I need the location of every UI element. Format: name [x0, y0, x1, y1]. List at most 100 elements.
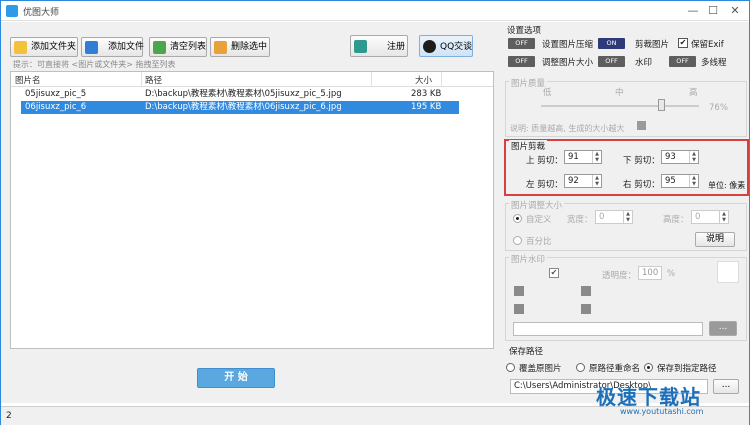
watermark-toggle[interactable]: OFF: [598, 56, 625, 67]
watermark-text-checkbox[interactable]: ✔: [549, 268, 559, 278]
quality-option-checkbox[interactable]: [637, 121, 646, 130]
add-file-button[interactable]: 添加文件: [81, 37, 145, 57]
compress-toggle[interactable]: OFF: [508, 38, 535, 49]
crop-bottom-label: 下 剪切：: [623, 156, 660, 166]
resize-percent-label: 百分比: [526, 237, 552, 247]
file-list[interactable]: 图片名 路径 大小 05jisuxz_pic_5 D:\backup\教程素材\…: [10, 71, 494, 349]
crop-toggle[interactable]: ON: [598, 38, 625, 49]
resize-custom-label: 自定义: [526, 215, 552, 225]
row-size: 195 KB: [411, 102, 442, 112]
crop-top-input[interactable]: 91 ▲ ▼: [564, 150, 602, 164]
qq-chat-label: QQ交谈: [440, 42, 473, 52]
crop-top-value: 91: [568, 152, 579, 162]
resize-percent-radio[interactable]: [513, 236, 522, 245]
rename-radio[interactable]: [576, 363, 585, 372]
position-checkbox[interactable]: [581, 304, 591, 314]
specified-path-radio[interactable]: [644, 363, 653, 372]
add-file-label: 添加文件: [108, 42, 145, 52]
overwrite-label: 覆盖原图片: [519, 364, 562, 374]
folder-add-icon: [14, 41, 27, 54]
table-row-selected[interactable]: 06jisuxz_pic_6 D:\backup\教程素材\教程素材\06jis…: [21, 101, 459, 114]
position-checkbox[interactable]: [581, 286, 591, 296]
watermark-color-swatch[interactable]: [717, 261, 739, 283]
title-bar: 优图大师 — ☐ ✕: [1, 1, 749, 21]
settings-title: 设置选项: [507, 26, 542, 36]
quality-slider-thumb[interactable]: [658, 99, 666, 111]
crop-right-input[interactable]: 95 ▲ ▼: [661, 174, 699, 188]
crop-unit: 单位: 像素: [708, 181, 746, 190]
qq-chat-button[interactable]: QQ交谈: [419, 35, 473, 57]
crop-right-value: 95: [665, 176, 676, 186]
watermark-title: 图片水印: [509, 253, 548, 265]
resize-height-value: 0: [695, 212, 701, 222]
keep-exif-checkbox[interactable]: ✔: [678, 38, 688, 48]
crop-label: 剪裁图片: [635, 40, 670, 50]
crop-bottom-input[interactable]: 93 ▲ ▼: [661, 150, 699, 164]
recycle-icon: [153, 41, 166, 54]
multithread-toggle[interactable]: OFF: [669, 56, 696, 67]
row-name: 05jisuxz_pic_5: [25, 89, 87, 99]
resize-toggle[interactable]: OFF: [508, 56, 535, 67]
brand-url: www.yoututashi.com: [620, 407, 704, 416]
register-button[interactable]: 注册: [350, 35, 408, 57]
qq-icon: [423, 40, 436, 53]
resize-help-button[interactable]: 说明: [695, 232, 735, 247]
header-size[interactable]: 大小: [415, 74, 432, 86]
add-folder-label: 添加文件夹: [31, 42, 77, 52]
crop-title: 图片剪裁: [509, 140, 548, 152]
maximize-button[interactable]: ☐: [704, 3, 722, 18]
resize-height-input[interactable]: 0 ▲ ▼: [691, 210, 729, 224]
start-button[interactable]: 开 始: [197, 368, 275, 388]
minimize-button[interactable]: —: [684, 3, 702, 18]
brand-watermark: 极速下载站 www.yoututashi.com: [576, 381, 746, 421]
crop-right-label: 右 剪切：: [623, 180, 660, 190]
register-label: 注册: [387, 42, 406, 52]
clear-list-button[interactable]: 清空列表: [149, 37, 207, 57]
close-button[interactable]: ✕: [726, 3, 744, 18]
header-name[interactable]: 图片名: [15, 74, 41, 86]
add-folder-button[interactable]: 添加文件夹: [10, 37, 78, 57]
delete-icon: [214, 41, 227, 54]
table-row[interactable]: 05jisuxz_pic_5 D:\backup\教程素材\教程素材\05jis…: [21, 88, 459, 101]
crop-left-input[interactable]: 92 ▲ ▼: [564, 174, 602, 188]
list-header: 图片名 路径 大小: [11, 72, 493, 87]
header-path[interactable]: 路径: [145, 74, 162, 86]
multithread-label: 多线程: [701, 58, 727, 68]
rename-label: 原路径重命名: [589, 364, 641, 374]
watermark-path-input[interactable]: [513, 322, 703, 336]
resize-width-label: 宽度：: [567, 215, 593, 225]
file-add-icon: [85, 41, 98, 54]
transparency-input[interactable]: 100: [638, 266, 662, 280]
resize-width-value: 0: [599, 212, 605, 222]
resize-width-input[interactable]: 0 ▲ ▼: [595, 210, 633, 224]
brand-text: 极速下载站: [596, 385, 701, 409]
row-path: D:\backup\教程素材\教程素材\06jisuxz_pic_6.jpg: [145, 102, 342, 112]
row-name: 06jisuxz_pic_6: [25, 102, 87, 112]
quality-percent: 76%: [709, 103, 728, 113]
key-icon: [354, 40, 367, 53]
resize-height-label: 高度：: [663, 215, 689, 225]
position-checkbox[interactable]: [514, 304, 524, 314]
save-title: 保存路径: [509, 347, 544, 357]
resize-label: 调整图片大小: [542, 58, 594, 68]
delete-selected-button[interactable]: 删除选中: [210, 37, 270, 57]
compress-label: 设置图片压缩: [542, 40, 594, 50]
window-title: 优图大师: [23, 8, 60, 18]
crop-left-value: 92: [568, 176, 579, 186]
quality-low: 低: [543, 88, 552, 98]
crop-top-label: 上 剪切：: [526, 156, 563, 166]
app-window: 优图大师 — ☐ ✕ 添加文件夹 添加文件 清空列表 删除选中 注册 QQ交谈 …: [0, 0, 750, 425]
specified-path-label: 保存到指定路径: [657, 364, 717, 374]
resize-title: 图片调整大小: [509, 199, 565, 211]
resize-custom-radio[interactable]: [513, 214, 522, 223]
overwrite-radio[interactable]: [506, 363, 515, 372]
delete-selected-label: 删除选中: [231, 42, 268, 52]
file-count: 2: [6, 411, 12, 421]
app-icon: [6, 5, 18, 17]
position-checkbox[interactable]: [514, 286, 524, 296]
watermark-label: 水印: [635, 58, 653, 68]
crop-left-label: 左 剪切：: [526, 180, 563, 190]
transparency-label: 透明度：: [602, 271, 637, 281]
watermark-browse-button[interactable]: ...: [709, 321, 737, 336]
quality-slider-track: [541, 105, 699, 107]
